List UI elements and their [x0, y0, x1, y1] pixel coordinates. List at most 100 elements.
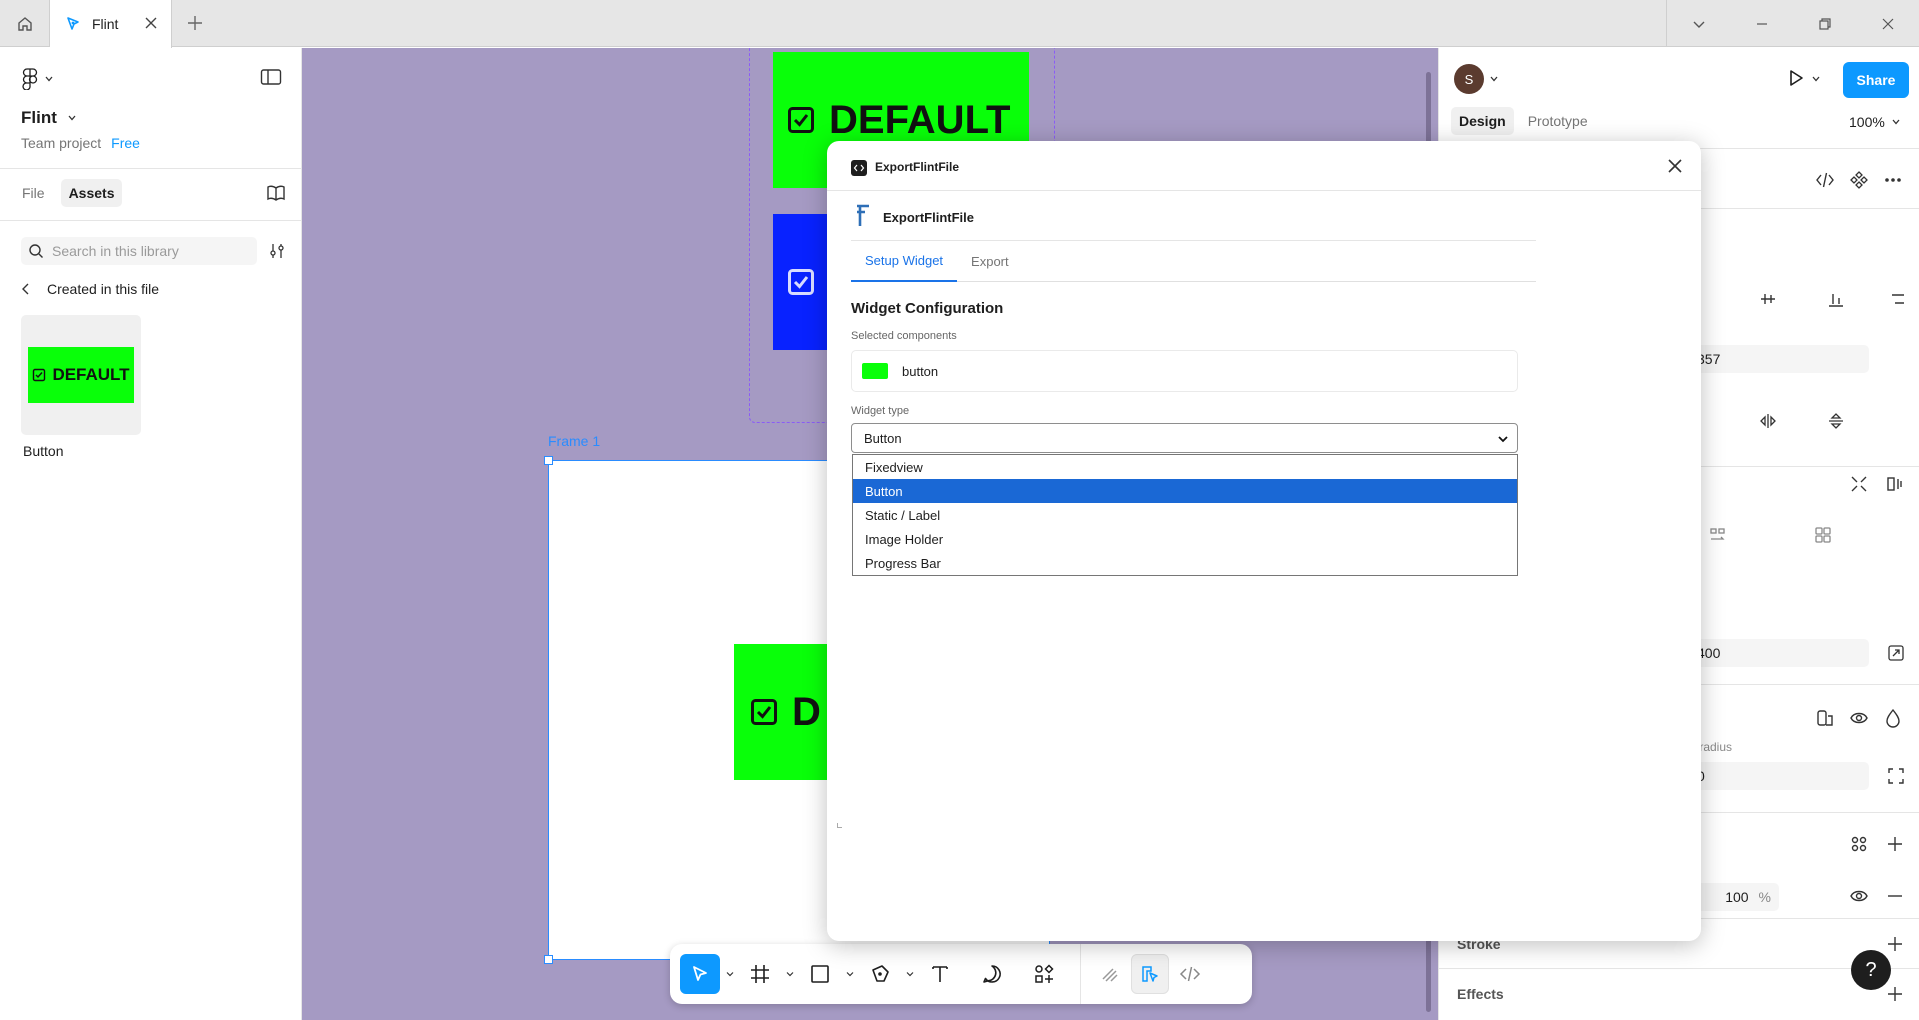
- shape-tool[interactable]: [800, 954, 840, 994]
- option-progress-bar[interactable]: Progress Bar: [853, 551, 1517, 575]
- draw-mode-toggle[interactable]: [1091, 954, 1129, 994]
- filter-sliders-icon[interactable]: [268, 242, 286, 260]
- corner-radius-field[interactable]: 0: [1689, 762, 1869, 790]
- chevron-down-icon: [68, 115, 76, 121]
- tab-design[interactable]: Design: [1451, 107, 1514, 135]
- add-stroke-icon[interactable]: [1885, 934, 1905, 954]
- tab-prototype[interactable]: Prototype: [1520, 107, 1596, 135]
- size-field[interactable]: 400: [1689, 639, 1869, 667]
- option-fixedview[interactable]: Fixedview: [853, 455, 1517, 479]
- component-icon[interactable]: [1849, 170, 1869, 190]
- remove-fill-icon[interactable]: [1885, 886, 1905, 906]
- move-tool[interactable]: [680, 954, 720, 994]
- widget-type-value: Button: [864, 430, 902, 446]
- dev-mode-toggle[interactable]: [1171, 954, 1209, 994]
- project-name[interactable]: Flint: [21, 108, 77, 128]
- plugin-tabs: Setup Widget Export: [851, 241, 1536, 282]
- comment-tool[interactable]: [972, 954, 1012, 994]
- asset-card-button[interactable]: DEFAULT: [21, 315, 141, 435]
- resize-handle-top-left[interactable]: [544, 456, 553, 465]
- frame-tool[interactable]: [740, 954, 780, 994]
- widget-type-select[interactable]: Button: [851, 423, 1518, 453]
- design-mode-toggle[interactable]: [1131, 954, 1169, 994]
- avatar[interactable]: S: [1454, 64, 1484, 94]
- close-tab-icon[interactable]: [143, 15, 159, 31]
- tab-assets[interactable]: Assets: [60, 179, 123, 207]
- clip-content-icon[interactable]: [1815, 708, 1835, 728]
- selected-component-item[interactable]: button: [851, 350, 1518, 392]
- pen-tool-menu[interactable]: [900, 954, 920, 994]
- align-vertical-center-icon[interactable]: [1759, 290, 1777, 308]
- flip-horizontal-icon[interactable]: [1759, 412, 1777, 430]
- zoom-control[interactable]: 100%: [1849, 114, 1901, 130]
- restore-button[interactable]: [1793, 0, 1856, 47]
- pen-tool[interactable]: [860, 954, 900, 994]
- visibility-eye-icon[interactable]: [1849, 708, 1869, 728]
- back-label: Created in this file: [47, 281, 160, 297]
- home-button[interactable]: [0, 0, 50, 47]
- frame-tool-menu[interactable]: [780, 954, 800, 994]
- tab-export[interactable]: Export: [957, 241, 1023, 282]
- tab-list-button[interactable]: [1667, 0, 1730, 47]
- shape-tool-menu[interactable]: [840, 954, 860, 994]
- divider: [1439, 968, 1919, 969]
- fill-visibility-eye-icon[interactable]: [1849, 886, 1869, 906]
- new-tab-icon[interactable]: [185, 13, 205, 33]
- opacity-drop-icon[interactable]: [1883, 708, 1903, 728]
- search-input[interactable]: [52, 243, 242, 259]
- frame-label[interactable]: Frame 1: [548, 433, 600, 449]
- option-image-holder[interactable]: Image Holder: [853, 527, 1517, 551]
- more-options-icon[interactable]: [1883, 170, 1903, 190]
- plugin-name: ExportFlintFile: [883, 210, 974, 225]
- flip-vertical-icon[interactable]: [1827, 412, 1845, 430]
- add-effect-icon[interactable]: [1885, 984, 1905, 1004]
- effects-section-title: Effects: [1457, 986, 1504, 1002]
- code-icon[interactable]: [1815, 170, 1835, 190]
- auto-layout-icon[interactable]: [1885, 474, 1905, 494]
- help-button[interactable]: ?: [1851, 950, 1891, 990]
- chevron-down-icon[interactable]: [1489, 74, 1499, 84]
- text-tool[interactable]: [920, 954, 960, 994]
- pencil-scribble-icon: [1102, 968, 1118, 982]
- close-modal-icon[interactable]: [1665, 156, 1685, 176]
- component-instance-label: D: [792, 689, 821, 734]
- align-bottom-icon[interactable]: [1827, 290, 1845, 308]
- main-menu-button[interactable]: [22, 68, 54, 90]
- add-fill-icon[interactable]: [1885, 834, 1905, 854]
- close-window-button[interactable]: [1856, 0, 1919, 47]
- independent-corners-icon[interactable]: [1887, 767, 1905, 785]
- design-file-icon: [67, 17, 79, 30]
- fill-opacity-field[interactable]: 100 %: [1689, 883, 1779, 911]
- tab-file[interactable]: File: [14, 179, 53, 207]
- resize-to-fit-icon[interactable]: [1887, 644, 1905, 662]
- minimize-button[interactable]: [1730, 0, 1793, 47]
- option-button[interactable]: Button: [853, 479, 1517, 503]
- plan-badge[interactable]: Free: [111, 135, 140, 151]
- actions-tool[interactable]: [1024, 954, 1064, 994]
- present-play-icon[interactable]: [1786, 68, 1806, 88]
- collapse-icon[interactable]: [1849, 474, 1869, 494]
- layout-grid-icon[interactable]: [1814, 526, 1832, 544]
- title-bar: Flint: [0, 0, 1919, 48]
- share-button[interactable]: Share: [1843, 62, 1909, 98]
- cursor-arrow-icon: [693, 966, 707, 981]
- resize-grip[interactable]: [837, 823, 842, 828]
- tab-setup-widget[interactable]: Setup Widget: [851, 241, 958, 282]
- move-tool-menu[interactable]: [720, 954, 740, 994]
- resize-handle-bottom-left[interactable]: [544, 955, 553, 964]
- asset-name: Button: [23, 443, 64, 459]
- design-mode-icon: [1142, 966, 1158, 982]
- style-grid-icon[interactable]: [1849, 834, 1869, 854]
- library-book-icon[interactable]: [266, 184, 286, 202]
- asset-thumbnail: DEFAULT: [28, 347, 134, 403]
- chevron-down-icon[interactable]: [1811, 74, 1821, 84]
- rectangle-icon: [811, 965, 829, 983]
- layout-wrap-icon[interactable]: [1709, 526, 1727, 544]
- position-field[interactable]: 357: [1689, 345, 1869, 373]
- distribute-icon[interactable]: [1889, 290, 1907, 308]
- back-to-libraries[interactable]: Created in this file: [21, 281, 159, 297]
- sidebar-toggle-icon[interactable]: [260, 68, 282, 86]
- option-static-label[interactable]: Static / Label: [853, 503, 1517, 527]
- file-tab[interactable]: Flint: [50, 0, 172, 48]
- chevron-down-icon: [786, 972, 794, 977]
